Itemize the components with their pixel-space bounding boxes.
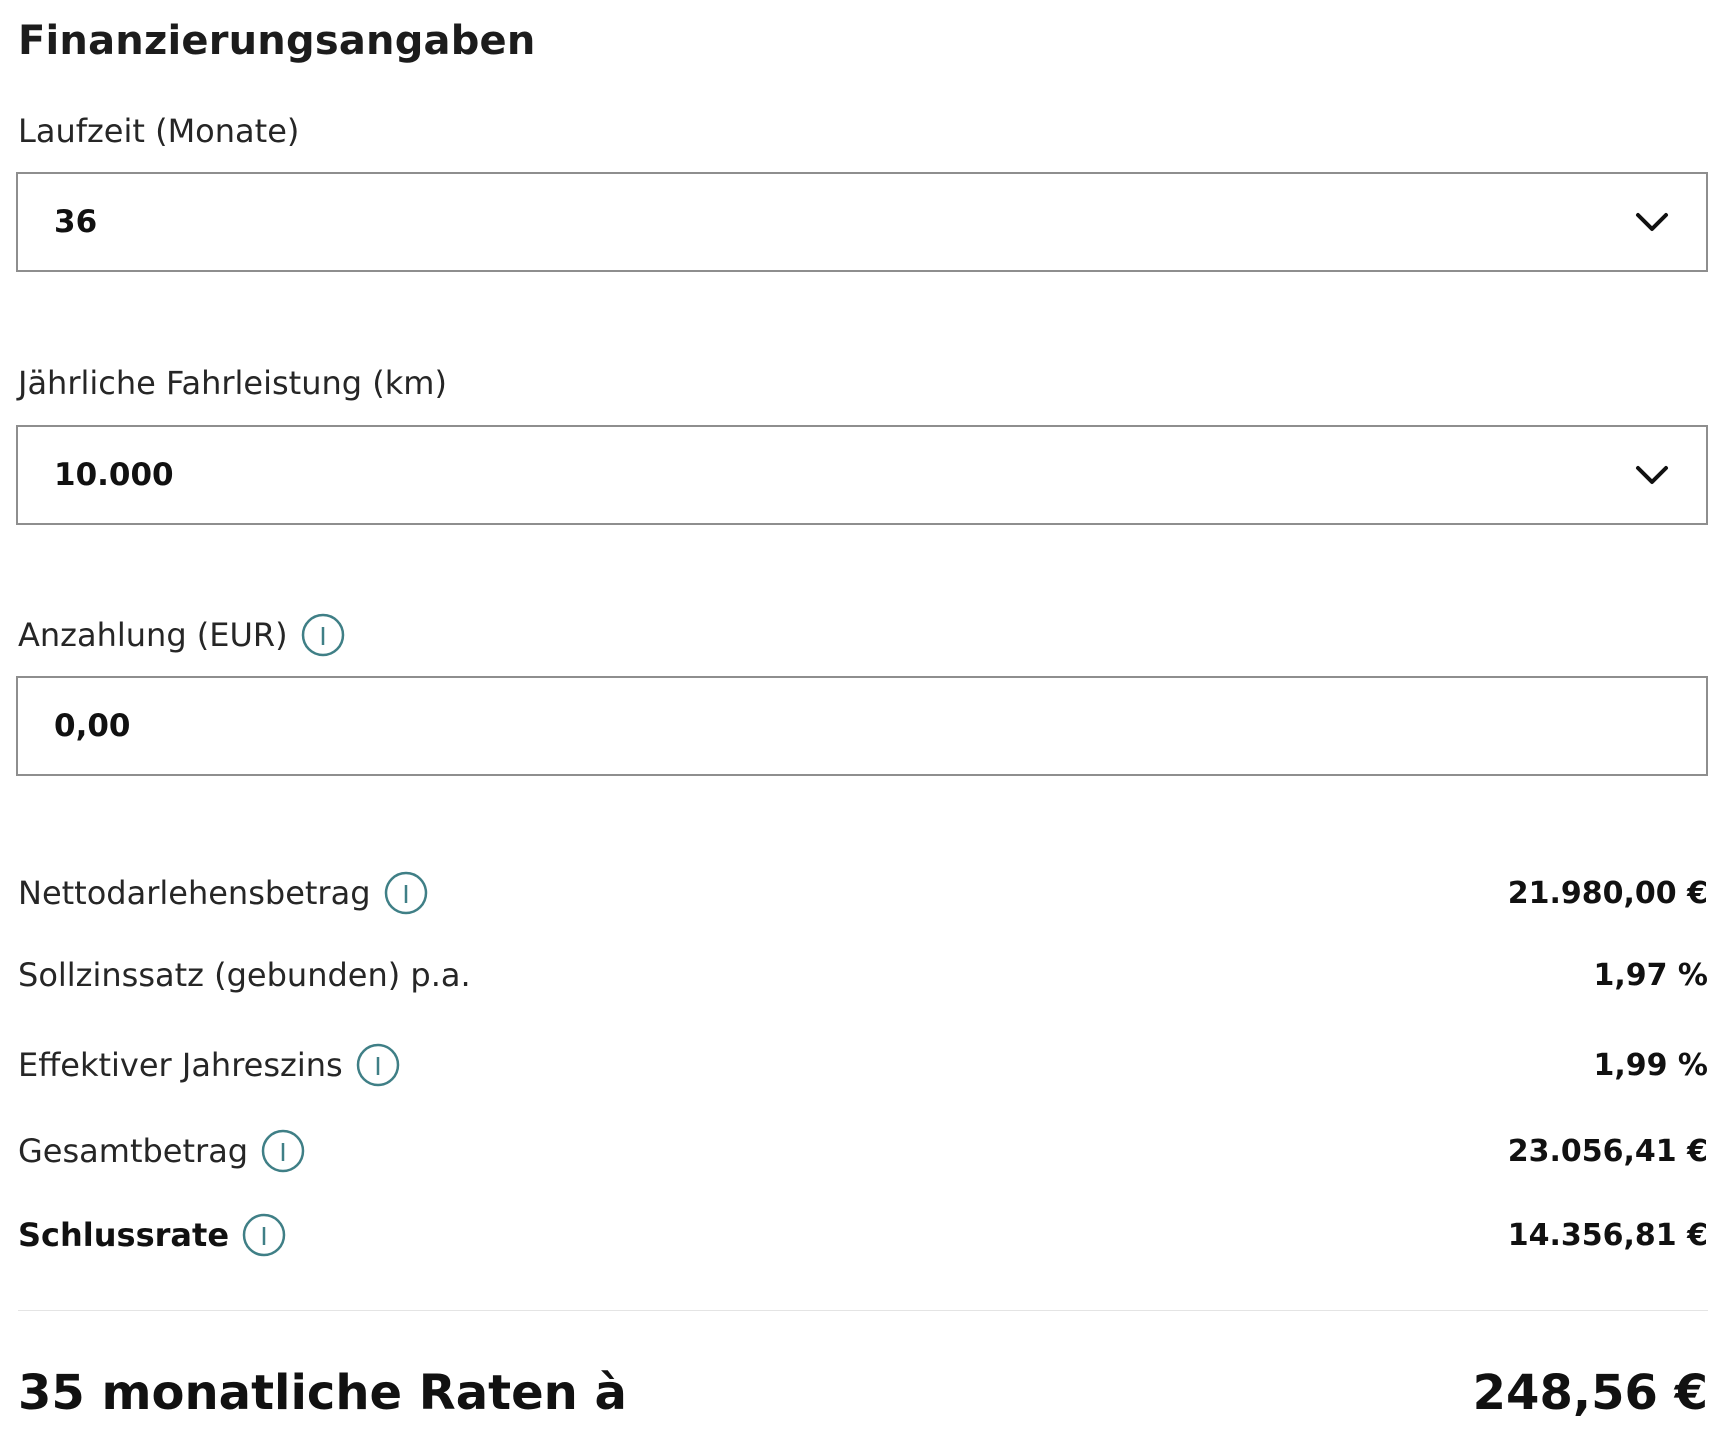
nettodarlehensbetrag-value: 21.980,00 €	[1507, 875, 1708, 911]
effektiver-jahreszins-label: Effektiver Jahreszins	[18, 1046, 343, 1084]
total-label: 35 monatliche Raten à	[18, 1365, 627, 1421]
anzahlung-label-row: Anzahlung (EUR)	[18, 612, 346, 658]
summary-row-effektiver-jahreszins: Effektiver Jahreszins 1,99 %	[18, 1042, 1708, 1088]
fahrleistung-select[interactable]: 10.000	[16, 425, 1708, 525]
summary-label-row: Gesamtbetrag	[18, 1128, 306, 1174]
chevron-down-icon[interactable]	[1632, 455, 1672, 495]
summary-row-schlussrate: Schlussrate 14.356,81 €	[18, 1212, 1708, 1258]
gesamtbetrag-value: 23.056,41 €	[1507, 1133, 1708, 1169]
summary-label-row: Effektiver Jahreszins	[18, 1042, 401, 1088]
total-value: 248,56 €	[1472, 1365, 1708, 1421]
anzahlung-value: 0,00	[54, 708, 131, 744]
summary-label-row: Nettodarlehensbetrag	[18, 870, 429, 916]
gesamtbetrag-label: Gesamtbetrag	[18, 1132, 249, 1170]
info-icon[interactable]	[355, 1042, 401, 1088]
schlussrate-label: Schlussrate	[18, 1216, 230, 1254]
divider	[18, 1310, 1708, 1311]
sollzinssatz-label: Sollzinssatz (gebunden) p.a.	[18, 956, 471, 994]
chevron-down-icon[interactable]	[1632, 202, 1672, 242]
info-icon[interactable]	[260, 1128, 306, 1174]
laufzeit-value: 36	[54, 204, 98, 240]
summary-row-nettodarlehensbetrag: Nettodarlehensbetrag 21.980,00 €	[18, 870, 1708, 916]
nettodarlehensbetrag-label: Nettodarlehensbetrag	[18, 874, 371, 912]
summary-row-gesamtbetrag: Gesamtbetrag 23.056,41 €	[18, 1128, 1708, 1174]
effektiver-jahreszins-value: 1,99 %	[1593, 1047, 1708, 1083]
info-icon[interactable]	[300, 612, 346, 658]
section-title: Finanzierungsangaben	[18, 18, 536, 64]
laufzeit-select[interactable]: 36	[16, 172, 1708, 272]
anzahlung-input[interactable]: 0,00	[16, 676, 1708, 776]
sollzinssatz-value: 1,97 %	[1593, 957, 1708, 993]
schlussrate-value: 14.356,81 €	[1507, 1217, 1708, 1253]
summary-label-row: Schlussrate	[18, 1212, 287, 1258]
fahrleistung-label: Jährliche Fahrleistung (km)	[18, 364, 447, 402]
summary-row-sollzinssatz: Sollzinssatz (gebunden) p.a. 1,97 %	[18, 956, 1708, 994]
laufzeit-label: Laufzeit (Monate)	[18, 112, 300, 150]
total-row: 35 monatliche Raten à 248,56 €	[18, 1365, 1708, 1421]
anzahlung-label: Anzahlung (EUR)	[18, 616, 288, 654]
info-icon[interactable]	[241, 1212, 287, 1258]
fahrleistung-value: 10.000	[54, 457, 174, 493]
info-icon[interactable]	[383, 870, 429, 916]
